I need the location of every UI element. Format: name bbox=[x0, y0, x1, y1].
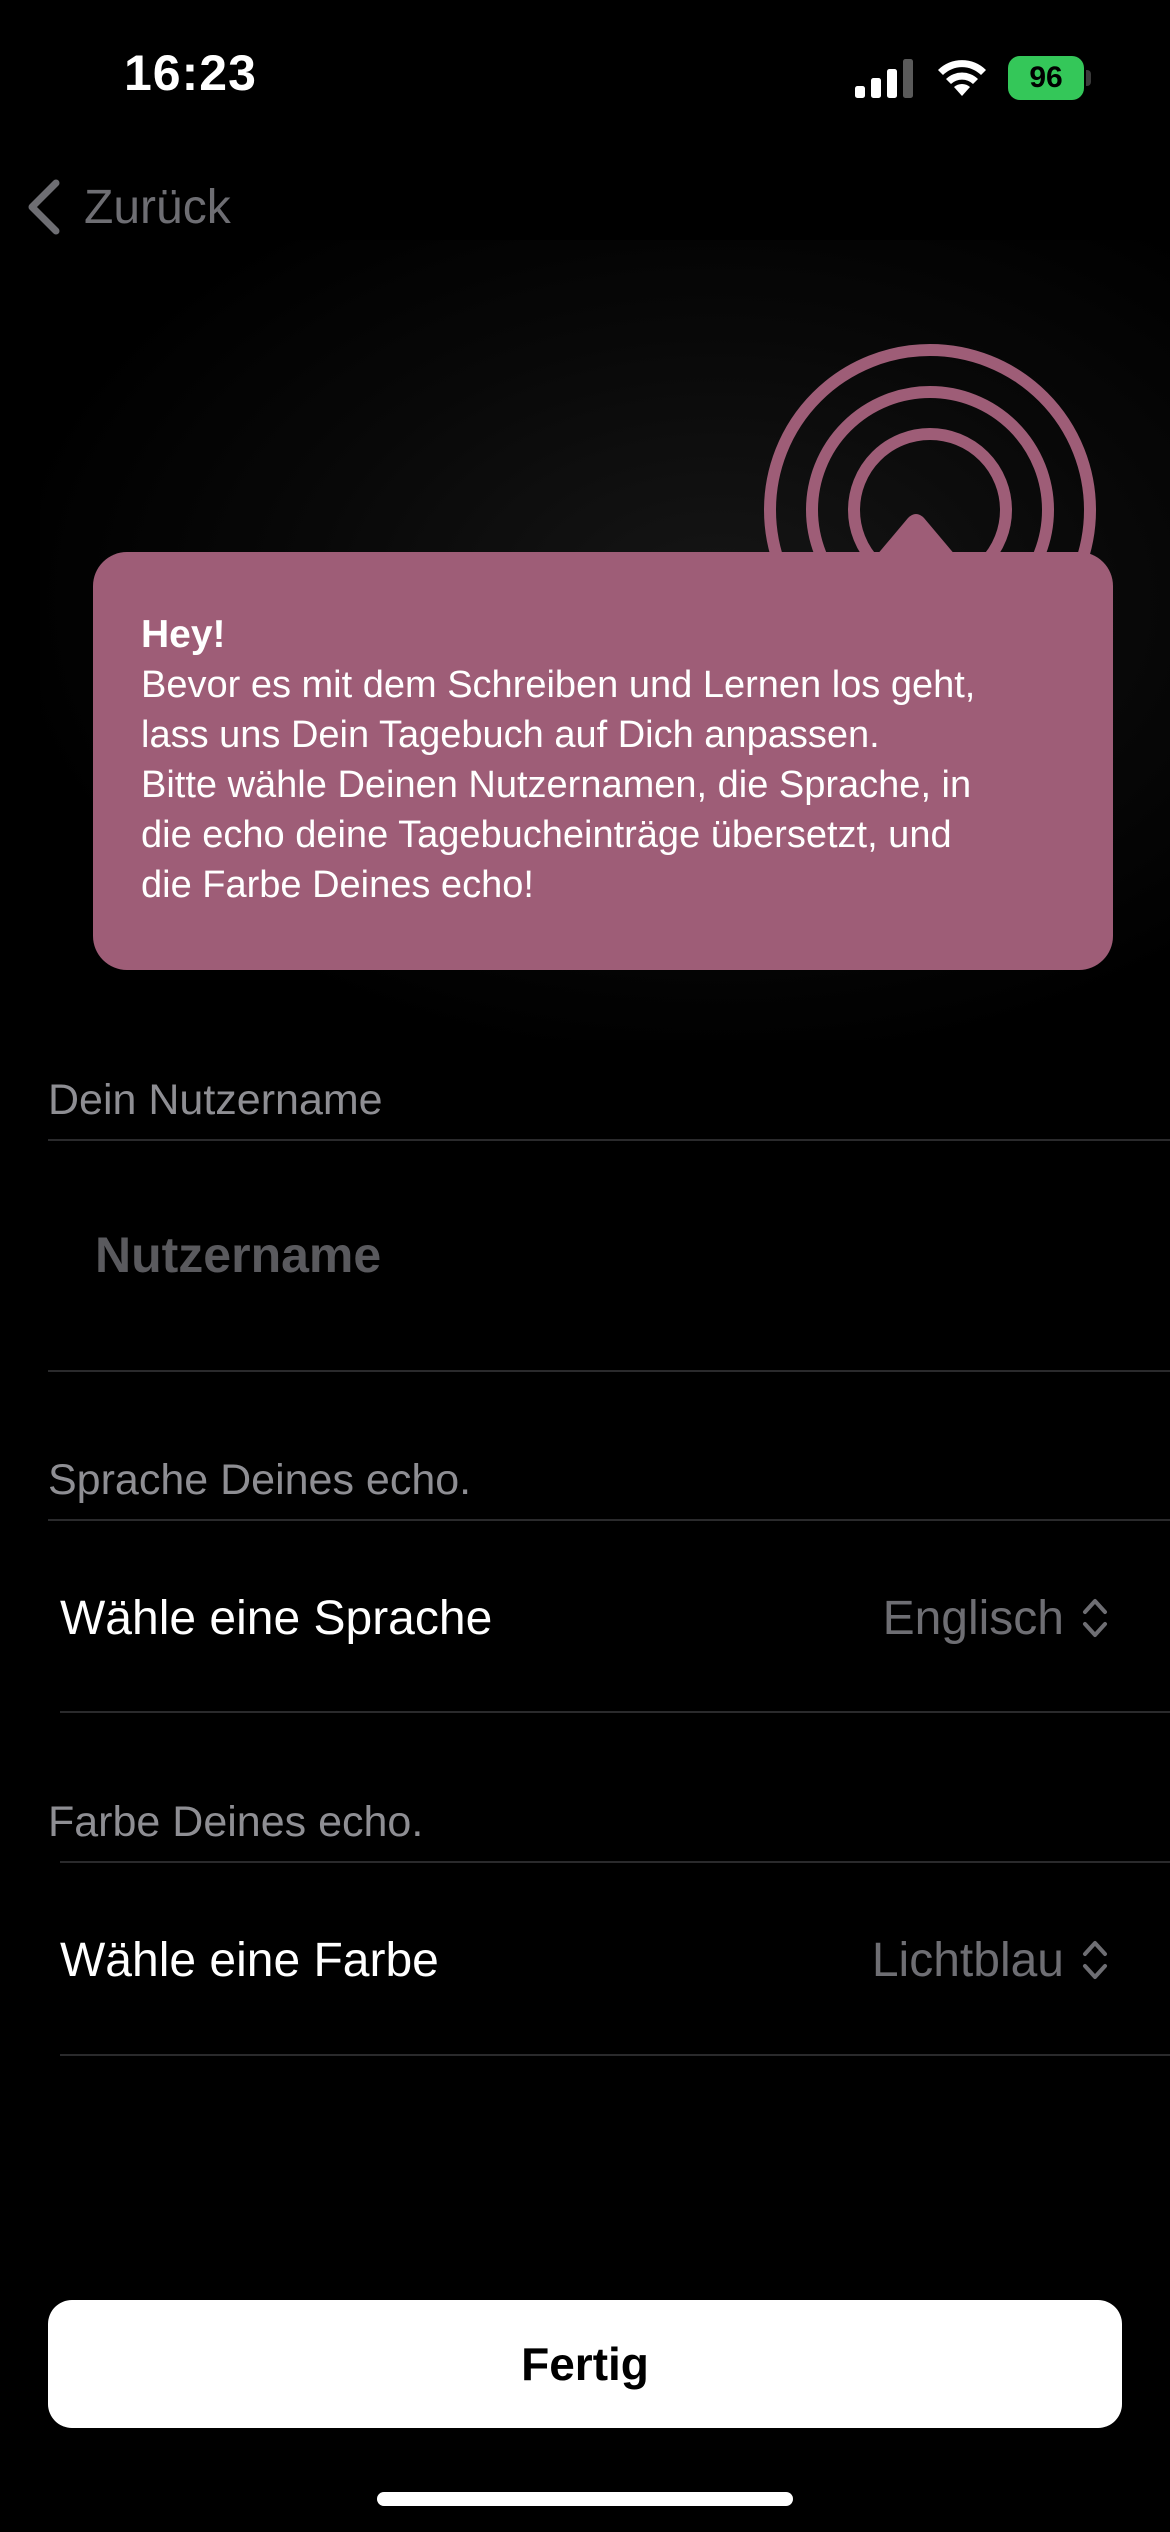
battery-tip bbox=[1086, 70, 1091, 86]
color-picker-label: Wähle eine Farbe bbox=[60, 1933, 439, 1987]
color-picker-value: Lichtblau bbox=[871, 1933, 1064, 1987]
status-bar: 16:23 96 bbox=[0, 0, 1170, 150]
chevron-left-icon bbox=[28, 179, 60, 235]
divider bbox=[60, 1861, 1170, 1863]
divider bbox=[48, 1519, 1170, 1521]
status-time: 16:23 bbox=[124, 45, 257, 101]
done-button[interactable]: Fertig bbox=[48, 2300, 1122, 2428]
wifi-icon bbox=[938, 60, 986, 96]
back-label: Zurück bbox=[84, 180, 231, 234]
language-picker[interactable]: Wähle eine Sprache Englisch bbox=[60, 1558, 1110, 1678]
username-section-label: Dein Nutzername bbox=[48, 1076, 383, 1124]
onboarding-screen: 16:23 96 Zurück Hey! Bevor es mit dem Sc… bbox=[0, 0, 1170, 2532]
welcome-tooltip: Hey! Bevor es mit dem Schreiben und Lern… bbox=[93, 552, 1113, 970]
back-button[interactable]: Zurück bbox=[22, 172, 231, 242]
language-picker-label: Wähle eine Sprache bbox=[60, 1591, 493, 1645]
home-indicator bbox=[377, 2492, 793, 2506]
divider bbox=[60, 1711, 1170, 1713]
chevron-up-down-icon bbox=[1083, 1941, 1107, 1979]
divider bbox=[60, 2054, 1170, 2056]
language-picker-value-group: Englisch bbox=[883, 1591, 1110, 1646]
cellular-signal-icon bbox=[855, 59, 913, 98]
language-section-label: Sprache Deines echo. bbox=[48, 1456, 472, 1504]
battery-indicator: 96 bbox=[1008, 56, 1092, 100]
tooltip-title: Hey! bbox=[141, 613, 226, 656]
divider bbox=[48, 1370, 1170, 1372]
color-picker-value-group: Lichtblau bbox=[872, 1933, 1110, 1988]
tooltip-arrow bbox=[876, 514, 956, 556]
language-picker-value: Englisch bbox=[882, 1591, 1064, 1645]
divider bbox=[48, 1139, 1170, 1141]
battery-level: 96 bbox=[1008, 56, 1084, 100]
color-section-label: Farbe Deines echo. bbox=[48, 1798, 424, 1846]
username-input[interactable] bbox=[95, 1215, 1095, 1295]
color-picker[interactable]: Wähle eine Farbe Lichtblau bbox=[60, 1900, 1110, 2020]
tooltip-body: Bevor es mit dem Schreiben und Lernen lo… bbox=[141, 664, 976, 906]
chevron-up-down-icon bbox=[1083, 1599, 1107, 1637]
